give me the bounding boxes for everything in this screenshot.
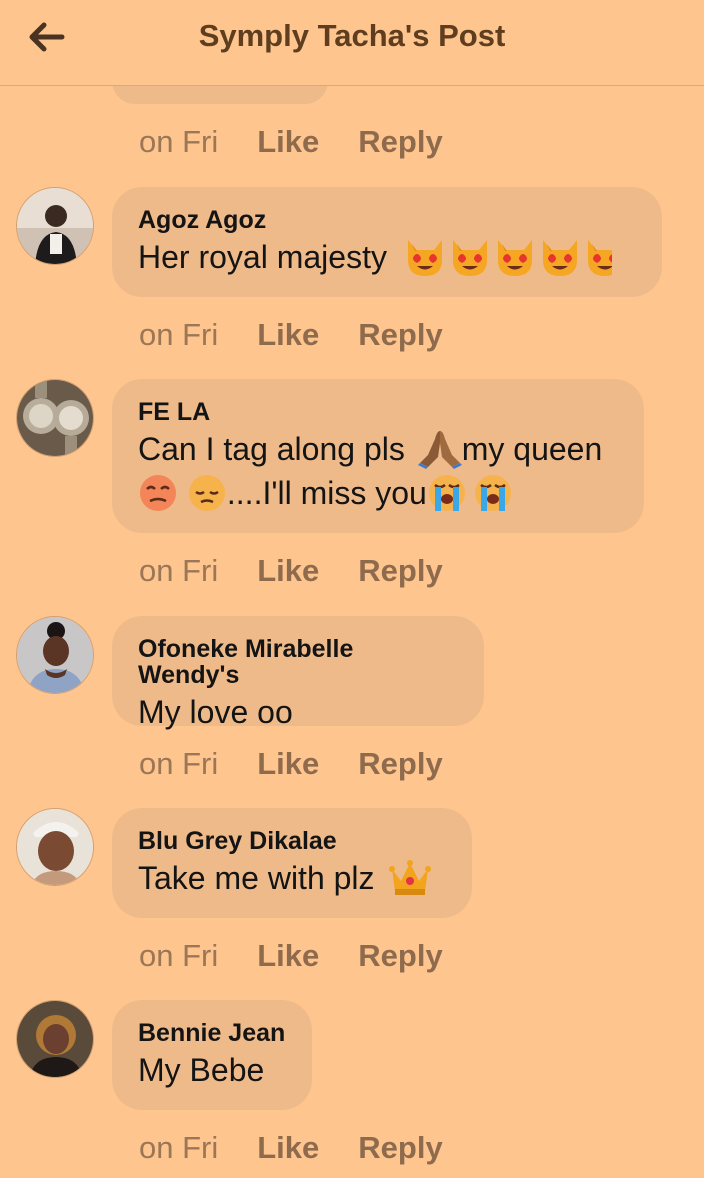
comments-feed[interactable]: on Fri Like Reply Agoz Agoz Her royal ma… [0,86,704,1178]
comment-actions: on Fri Like Reply [139,315,482,355]
avatar[interactable] [16,1000,94,1078]
comment-text: Take me with plz [138,856,446,900]
comment-author[interactable]: Bennie Jean [138,1020,286,1046]
comment-text-line: Can I tag along pls [138,431,405,467]
comment-time: on Fri [139,938,219,973]
like-button[interactable]: Like [257,553,319,589]
reply-button[interactable]: Reply [358,1130,442,1166]
reply-button[interactable]: Reply [358,317,442,353]
reply-button[interactable]: Reply [358,746,442,782]
comment-time: on Fri [139,124,219,159]
comment-bubble-partial [112,86,328,104]
heart-eyes-cat-emoji [404,236,612,278]
comment-text-line: ....I'll miss you [226,475,427,511]
comment-bubble: Agoz Agoz Her royal majesty [112,187,662,297]
like-button[interactable]: Like [257,124,319,160]
avatar[interactable] [16,616,94,694]
comment-actions: on Fri Like Reply [139,122,482,162]
comment-author[interactable]: Blu Grey Dikalae [138,828,446,854]
reply-button[interactable]: Reply [358,553,442,589]
comment-text: My love oo [138,694,293,730]
comment-author[interactable]: Agoz Agoz [138,207,636,233]
like-button[interactable]: Like [257,317,319,353]
loudly-crying-emoji [427,473,515,513]
comment-bubble: Ofoneke Mirabelle Wendy's My love oo [112,616,484,730]
comment-author[interactable]: FE LA [138,399,618,425]
avatar[interactable] [16,187,94,265]
comment-actions: on Fri Like Reply [139,1128,482,1168]
comment-time: on Fri [139,1130,219,1165]
comment-text-line: Take me with plz [138,860,375,896]
comment-text-line: Her royal majesty [138,239,387,275]
comment-actions: on Fri Like Reply [139,551,482,591]
reply-button[interactable]: Reply [358,124,442,160]
comment-actions: on Fri Like Reply [139,744,482,784]
like-button[interactable]: Like [257,938,319,974]
comment-text: ....I'll miss you [138,471,618,515]
comment-bubble: Bennie Jean My Bebe [112,1000,312,1110]
praying-hands-emoji [417,429,462,469]
pensive-emoji [187,473,227,513]
comment-bubble: FE LA Can I tag along pls my queen ....I… [112,379,644,533]
like-button[interactable]: Like [257,746,319,782]
comment-bubble: Blu Grey Dikalae Take me with plz [112,808,472,918]
top-bar: Symply Tacha's Post [0,0,704,86]
comment-time: on Fri [139,553,219,588]
crown-emoji [389,859,432,897]
comment-time: on Fri [139,746,219,781]
comment-text: Can I tag along pls my queen [138,427,618,471]
comment-actions: on Fri Like Reply [139,936,482,976]
dizzy-face-emoji [138,473,178,513]
comment-author[interactable]: Ofoneke Mirabelle Wendy's [138,636,458,688]
page-title: Symply Tacha's Post [198,18,506,53]
comment-text: My Bebe [138,1052,265,1088]
like-button[interactable]: Like [257,1130,319,1166]
avatar[interactable] [16,808,94,886]
reply-button[interactable]: Reply [358,938,442,974]
comment-text: Her royal majesty [138,235,636,279]
avatar[interactable] [16,379,94,457]
comment-text-line: my queen [461,431,603,467]
comment-time: on Fri [139,317,219,352]
